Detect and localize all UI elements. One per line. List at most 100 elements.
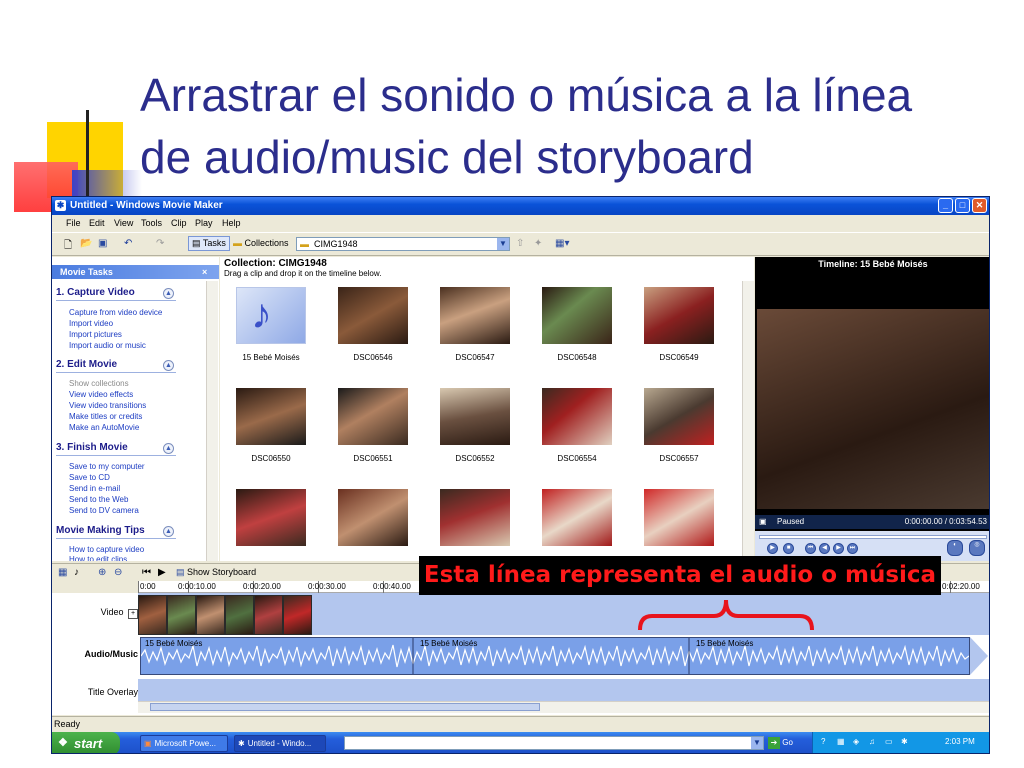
collections-button[interactable]: ▬ Collections — [233, 238, 289, 248]
link-make-titles-or-credits[interactable]: Make titles or credits — [69, 412, 142, 421]
track-end-arrow — [970, 637, 988, 675]
audio-clip-waveform[interactable]: 15 Bebé Moisés 15 Bebé Moisés 15 Bebé Mo… — [140, 637, 970, 675]
redo-icon[interactable]: ↷ — [156, 238, 164, 249]
link-import-pictures[interactable]: Import pictures — [69, 330, 122, 339]
minimize-button[interactable]: _ — [938, 198, 953, 213]
split-icon[interactable]: ◐ — [947, 540, 963, 556]
video-clip[interactable] — [283, 595, 312, 635]
menu-edit[interactable]: Edit — [89, 218, 105, 228]
video-clip[interactable] — [196, 595, 225, 635]
menu-clip[interactable]: Clip — [171, 218, 187, 228]
clock[interactable]: 2:03 PM — [945, 737, 975, 746]
menu-help[interactable]: Help — [222, 218, 241, 228]
show-storyboard-button[interactable]: ▤ Show Storyboard — [176, 567, 256, 578]
network-tray-icon[interactable]: ▦ — [837, 737, 845, 746]
brace-path — [638, 599, 814, 631]
section-edit-movie[interactable]: 2. Edit Movie — [56, 359, 117, 370]
collection-select[interactable]: ▬ CIMG1948 ▼ — [296, 237, 510, 251]
next-icon[interactable]: ⏭ — [847, 543, 858, 554]
taskbar-item-label: Untitled - Windo... — [247, 739, 312, 748]
link-show-collections: Show collections — [69, 379, 129, 388]
new-project-icon[interactable]: 🗋 — [64, 238, 72, 255]
snapshot-icon[interactable]: ◎ — [969, 540, 985, 556]
link-save-to-cd[interactable]: Save to CD — [69, 473, 110, 482]
tasks-scrollbar[interactable] — [206, 281, 218, 561]
collapse-icon[interactable]: ▲ — [163, 360, 174, 371]
menu-file[interactable]: File — [66, 218, 81, 228]
link-capture-from-video-device[interactable]: Capture from video device — [69, 308, 162, 317]
scroll-thumb[interactable] — [150, 703, 540, 711]
clip-label: DSC06551 — [353, 454, 393, 463]
seek-bar[interactable] — [759, 535, 987, 539]
link-send-in-email[interactable]: Send in e-mail — [69, 484, 120, 493]
section-finish-movie[interactable]: 3. Finish Movie — [56, 442, 128, 453]
timeline-horizontal-scrollbar[interactable] — [138, 701, 989, 713]
taskbar-item-movie-maker[interactable]: ✱ Untitled - Windo... — [234, 735, 326, 752]
video-clip[interactable] — [254, 595, 283, 635]
taskbar-item-powerpoint[interactable]: ▣ Microsoft Powe... — [140, 735, 228, 752]
volume-tray-icon[interactable]: ♫ — [869, 737, 875, 746]
video-clip[interactable] — [138, 595, 167, 635]
start-button[interactable]: ❖ start — [52, 732, 120, 753]
save-project-icon[interactable]: ▣ — [98, 238, 107, 249]
tasks-button[interactable]: ▤ Tasks — [188, 236, 230, 251]
expand-track-icon[interactable]: + — [128, 609, 138, 619]
collapse-icon[interactable]: ▲ — [163, 443, 174, 454]
link-how-to-edit-clips[interactable]: How to edit clips — [69, 555, 127, 561]
set-audio-levels-icon[interactable]: ♪ — [74, 567, 79, 578]
video-clip[interactable] — [225, 595, 254, 635]
section-capture-video[interactable]: 1. Capture Video — [56, 287, 135, 298]
address-bar[interactable]: ▼ — [344, 736, 764, 750]
collapse-icon[interactable]: ▲ — [163, 526, 174, 537]
undo-icon[interactable]: ↶ — [124, 238, 132, 249]
link-view-video-transitions[interactable]: View video transitions — [69, 401, 146, 410]
new-folder-icon[interactable]: ✦ — [534, 238, 542, 249]
chevron-down-icon[interactable]: ▼ — [751, 737, 763, 749]
window-titlebar[interactable]: ✱ Untitled - Windows Movie Maker _ □ ✕ — [52, 197, 989, 215]
close-pane-icon[interactable]: × — [202, 265, 207, 279]
previous-icon[interactable]: ⏮ — [805, 543, 816, 554]
storyboard-view-icon[interactable]: ▦ — [58, 567, 67, 578]
video-track[interactable] — [138, 593, 989, 635]
link-send-to-dv-camera[interactable]: Send to DV camera — [69, 506, 139, 515]
views-icon[interactable]: ▦▾ — [555, 238, 569, 249]
section-divider — [56, 300, 176, 301]
link-send-to-the-web[interactable]: Send to the Web — [69, 495, 128, 504]
link-import-video[interactable]: Import video — [69, 319, 113, 328]
rewind-timeline-icon[interactable]: ⏮ — [142, 567, 151, 578]
up-folder-icon[interactable]: ⇧ — [516, 238, 524, 249]
movie-maker-task-icon: ✱ — [238, 739, 245, 748]
link-save-to-my-computer[interactable]: Save to my computer — [69, 462, 145, 471]
link-make-an-automovie[interactable]: Make an AutoMovie — [69, 423, 139, 432]
forward-icon[interactable]: ▶ — [833, 543, 844, 554]
clip-thumbnail — [440, 287, 510, 344]
menu-view[interactable]: View — [114, 218, 133, 228]
shield-tray-icon[interactable]: ◈ — [853, 737, 859, 746]
link-view-video-effects[interactable]: View video effects — [69, 390, 133, 399]
video-clip[interactable] — [167, 595, 196, 635]
open-project-icon[interactable]: 📂 — [80, 238, 92, 249]
stop-icon[interactable]: ■ — [783, 543, 794, 554]
menu-tools[interactable]: Tools — [141, 218, 162, 228]
chevron-down-icon[interactable]: ▼ — [497, 238, 509, 250]
play-icon[interactable]: ▶ — [767, 543, 778, 554]
link-how-to-capture-video[interactable]: How to capture video — [69, 545, 144, 554]
maximize-button[interactable]: □ — [955, 198, 970, 213]
rewind-icon[interactable]: ◀ — [819, 543, 830, 554]
zoom-in-icon[interactable]: ⊕ — [98, 567, 106, 578]
menu-play[interactable]: Play — [195, 218, 213, 228]
go-button[interactable]: ➔ Go — [768, 736, 793, 750]
link-import-audio-or-music[interactable]: Import audio or music — [69, 341, 146, 350]
play-timeline-icon[interactable]: ▶ — [158, 567, 166, 578]
zoom-out-icon[interactable]: ⊖ — [114, 567, 122, 578]
collapse-icon[interactable]: ▲ — [163, 288, 174, 299]
help-tray-icon[interactable]: ? — [821, 737, 825, 746]
section-movie-making-tips[interactable]: Movie Making Tips — [56, 525, 145, 536]
title-overlay-track[interactable] — [138, 679, 989, 701]
close-button[interactable]: ✕ — [972, 198, 987, 213]
bluetooth-tray-icon[interactable]: ✱ — [901, 737, 908, 746]
monitor-tray-icon[interactable]: ▭ — [885, 737, 893, 746]
collection-scrollbar[interactable] — [742, 281, 754, 561]
collection-pane: Collection: CIMG1948 Drag a clip and dro… — [220, 257, 754, 561]
clip-label: 15 Bebé Moisés — [242, 353, 300, 362]
